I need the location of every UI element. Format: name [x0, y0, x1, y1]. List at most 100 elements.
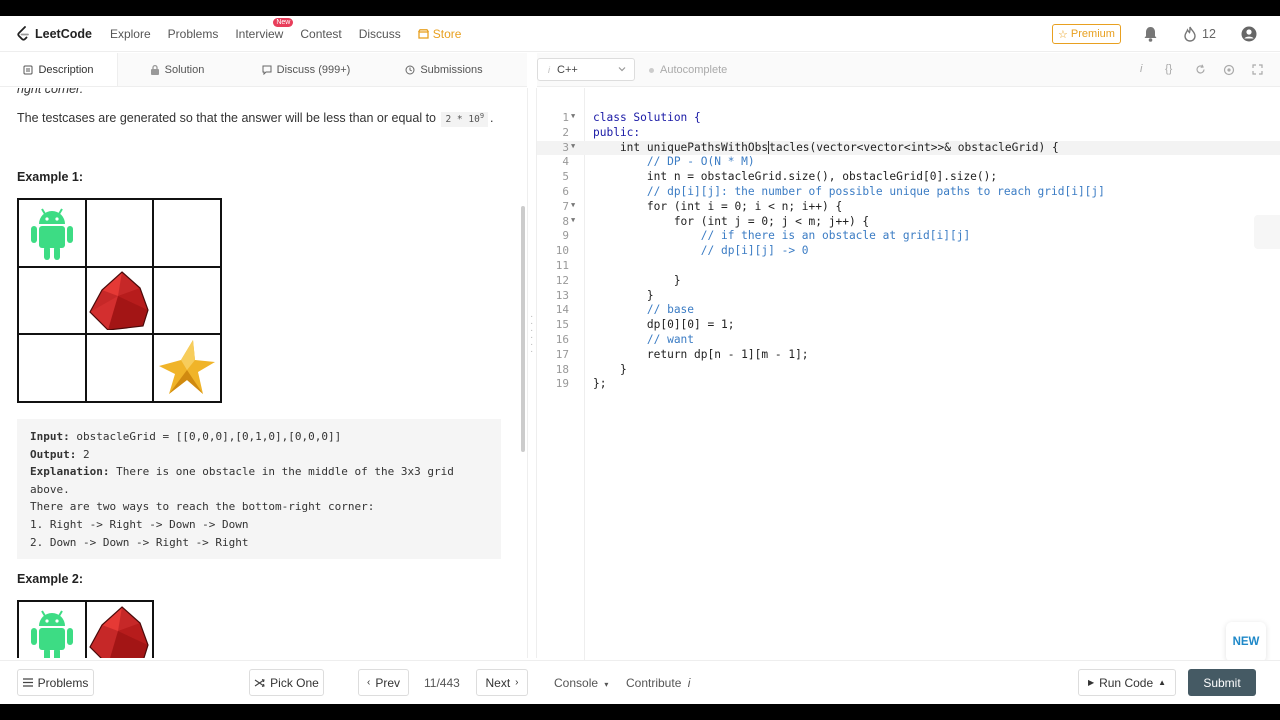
grid-cell-robot — [18, 601, 86, 658]
logo[interactable]: LeetCode — [16, 25, 92, 42]
line-number: 6 — [562, 185, 569, 198]
description-scrollbar[interactable] — [521, 206, 525, 452]
line-number: 7 — [562, 199, 569, 213]
next-button[interactable]: Next › — [476, 669, 528, 696]
pick-one-button[interactable]: Pick One — [249, 669, 324, 696]
line-number: 13 — [555, 288, 569, 302]
grid-cell-empty — [85, 199, 154, 267]
run-code-button[interactable]: ▶ Run Code ▲ — [1078, 669, 1176, 696]
fold-arrow-icon[interactable]: ▼ — [571, 216, 575, 224]
tab-solution-label: Solution — [164, 63, 205, 76]
grid-cell-empty — [153, 266, 221, 335]
code-line[interactable]: 13 } — [537, 289, 1280, 304]
leetcode-app: LeetCode Explore Problems Interview New … — [0, 16, 1280, 704]
code-line[interactable]: 17 return dp[n - 1][m - 1]; — [537, 348, 1280, 363]
example-1-output-line: Output: 2 — [30, 446, 488, 464]
settings-icon[interactable] — [1223, 64, 1235, 76]
nav-contest[interactable]: Contest — [300, 27, 341, 41]
reset-icon[interactable] — [1195, 64, 1206, 75]
code-comment: // want — [593, 333, 695, 346]
streak-count: 12 — [1202, 27, 1216, 41]
drag-handle-icon[interactable]: · · · · · · — [530, 312, 533, 357]
chevron-left-icon: ‹ — [366, 677, 371, 688]
constraint-text: The testcases are generated so that the … — [17, 111, 436, 125]
fullscreen-icon[interactable] — [1252, 64, 1263, 75]
braces-icon[interactable]: {} — [1165, 63, 1172, 75]
tab-discuss[interactable]: Discuss (999+) — [236, 53, 376, 86]
code-line[interactable]: 19}; — [537, 377, 1280, 392]
code-line[interactable]: 7 ▼ for (int i = 0; i < n; i++) { — [537, 200, 1280, 215]
bell-icon[interactable] — [1143, 26, 1158, 42]
constraint-base: 2 * 10 — [445, 114, 480, 125]
grid-cell-empty — [18, 266, 86, 335]
code-line[interactable]: 8 ▼ for (int j = 0; j < m; j++) { — [537, 215, 1280, 230]
line-number: 8 — [562, 214, 569, 228]
output-label: Output: — [30, 447, 77, 461]
side-panel-tab[interactable] — [1254, 215, 1280, 249]
caret-down-icon: ▾ — [604, 680, 609, 689]
new-feature-button[interactable]: NEW — [1226, 622, 1266, 662]
tab-description[interactable]: Description — [0, 53, 118, 86]
nav-store[interactable]: Store — [417, 27, 461, 41]
example-1-input-line: Input: obstacleGrid = [[0,0,0],[0,1,0],[… — [30, 428, 488, 446]
premium-button[interactable]: ☆ Premium — [1052, 24, 1121, 44]
grid-cell-obstacle — [85, 266, 154, 335]
autocomplete-toggle[interactable]: Autocomplete — [649, 64, 727, 76]
fold-arrow-icon[interactable]: ▼ — [571, 112, 575, 120]
chevron-down-icon — [618, 67, 626, 72]
line-number: 16 — [555, 333, 569, 346]
submit-button[interactable]: Submit — [1188, 669, 1256, 696]
code-line[interactable]: 11 — [537, 259, 1280, 274]
fold-arrow-icon[interactable]: ▼ — [571, 142, 575, 150]
store-icon — [417, 28, 429, 39]
code-text: for (int i = 0; i < n; i++) { — [593, 199, 843, 213]
info-icon: i — [548, 64, 550, 75]
code-line[interactable]: 14 // base — [537, 303, 1280, 318]
history-icon — [405, 65, 415, 74]
code-line-current[interactable]: 3 ▼ int uniquePathsWithObstacles(vector<v… — [537, 140, 1280, 156]
next-label: Next — [485, 675, 511, 690]
code-line[interactable]: 18 } — [537, 363, 1280, 378]
grid-cell-obstacle — [85, 601, 153, 658]
code-comment: // dp[i][j] -> 0 — [593, 244, 809, 258]
code-line[interactable]: 1 ▼ class Solution { — [537, 111, 1280, 126]
avatar-icon[interactable] — [1241, 26, 1257, 42]
language-select[interactable]: i C++ — [537, 58, 635, 81]
console-toggle[interactable]: Console ▾ — [554, 676, 608, 690]
code-line[interactable]: 15 dp[0][0] = 1; — [537, 318, 1280, 333]
fold-arrow-icon[interactable]: ▼ — [571, 201, 575, 209]
code-line[interactable]: 12 } — [537, 274, 1280, 289]
nav-discuss[interactable]: Discuss — [359, 27, 401, 41]
info-icon[interactable]: i — [1140, 63, 1142, 75]
code-line[interactable]: 5 int n = obstacleGrid.size(), obstacleG… — [537, 170, 1280, 185]
grid-cell-empty — [153, 199, 221, 267]
tab-solution[interactable]: Solution — [118, 53, 236, 86]
nav-problems[interactable]: Problems — [168, 27, 219, 41]
contribute-link[interactable]: Contribute i — [626, 676, 690, 690]
description-panel: right corner. The testcases are generate… — [0, 88, 527, 658]
code-editor[interactable]: 1 ▼ class Solution { 2 public: 3 ▼ int uniqu… — [537, 88, 1280, 660]
code-line[interactable]: 4 // DP - O(N * M) — [537, 155, 1280, 170]
prev-button[interactable]: ‹ Prev — [358, 669, 409, 696]
grid-cell-star — [153, 334, 221, 402]
tab-submissions[interactable]: Submissions — [376, 53, 512, 86]
panel-divider[interactable] — [527, 88, 537, 658]
code-line[interactable]: 2 public: — [537, 126, 1280, 141]
line-number: 18 — [555, 362, 569, 376]
code-text-part: int uniquePathsWithObs — [593, 140, 769, 154]
nav-explore[interactable]: Explore — [110, 27, 151, 41]
input-value: obstacleGrid = [[0,0,0],[0,1,0],[0,0,0]] — [76, 430, 342, 443]
example-1-explanation-cont: above. — [30, 482, 70, 496]
code-line[interactable]: 9 // if there is an obstacle at grid[i][… — [537, 229, 1280, 244]
streak-counter[interactable]: 12 — [1183, 26, 1216, 42]
code-comment: // dp[i][j]: the number of possible uniq… — [593, 185, 1105, 198]
code-text: } — [593, 273, 681, 287]
code-line[interactable]: 10 // dp[i][j] -> 0 — [537, 244, 1280, 259]
line-number: 17 — [555, 347, 569, 361]
code-text: class Solution { — [593, 111, 701, 124]
code-line[interactable]: 16 // want — [537, 333, 1280, 348]
brand-name: LeetCode — [35, 26, 92, 41]
problems-list-button[interactable]: Problems — [17, 669, 94, 696]
nav-interview[interactable]: Interview New — [235, 17, 294, 41]
code-line[interactable]: 6 // dp[i][j]: the number of possible un… — [537, 185, 1280, 200]
